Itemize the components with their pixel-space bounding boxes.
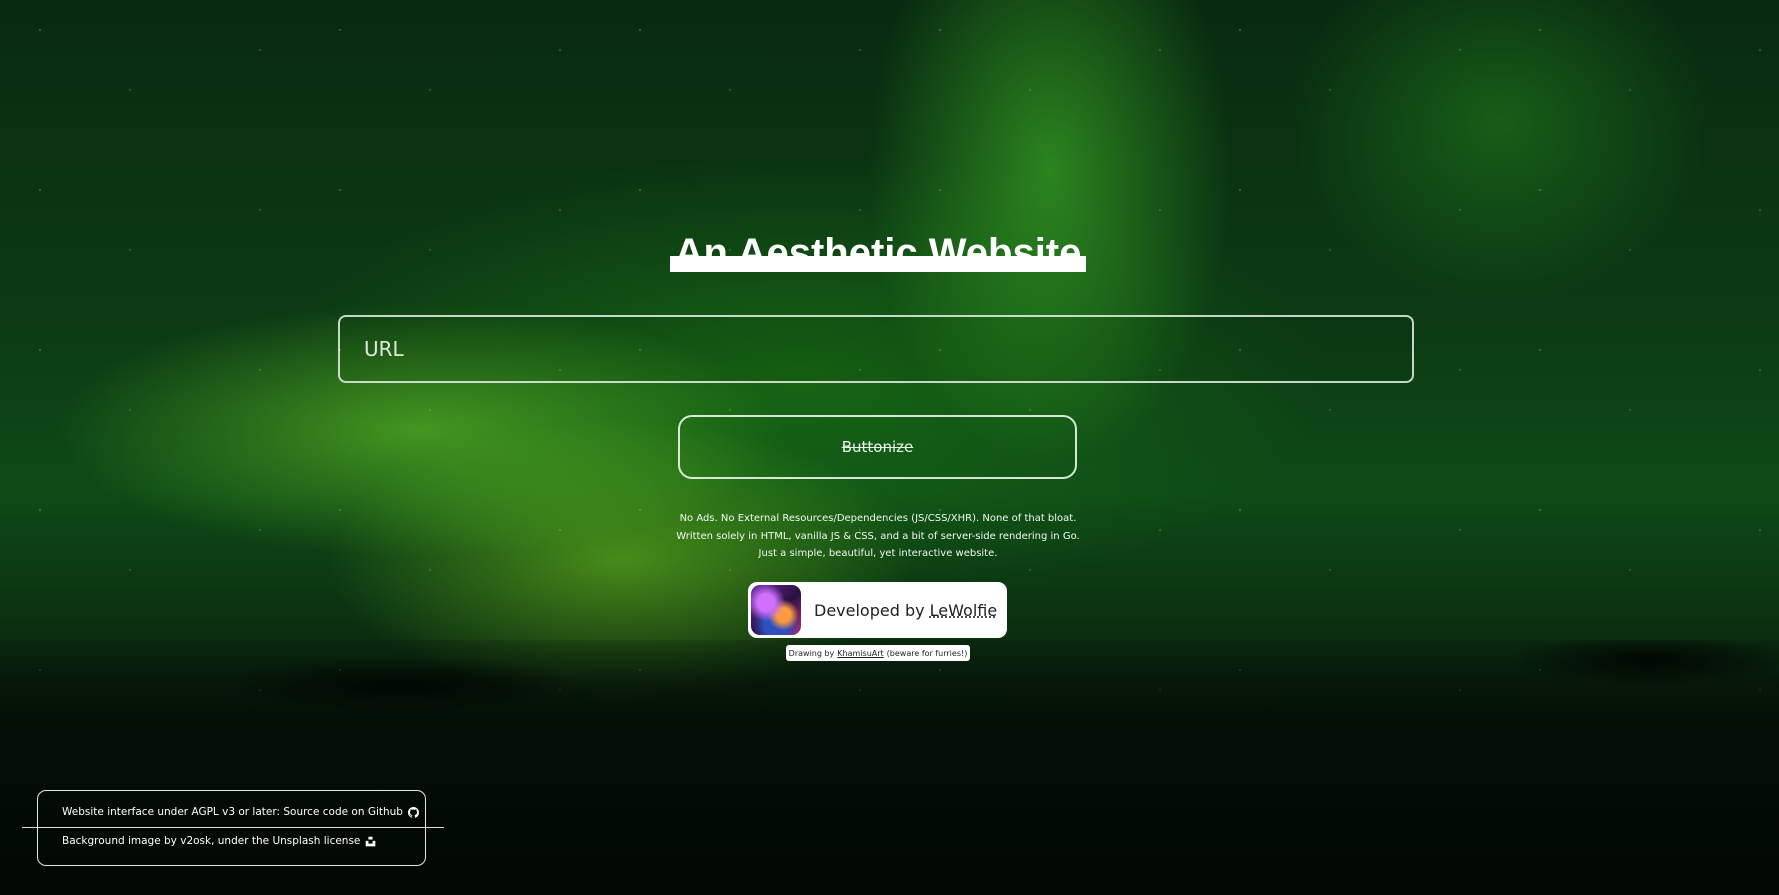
developer-prefix: Developed by	[814, 600, 925, 620]
blurb-line-1: No Ads. No External Resources/Dependenci…	[679, 513, 1077, 524]
github-icon[interactable]	[407, 806, 419, 818]
developer-link[interactable]: LeWolfie	[930, 601, 998, 620]
developer-credit: Developed by LeWolfie	[814, 601, 997, 620]
drawing-credit-suffix: (beware for furries!)	[886, 648, 968, 658]
url-input[interactable]	[338, 315, 1414, 383]
developer-avatar	[751, 585, 801, 635]
footer-background-line: Background image by v2osk, under the Uns…	[62, 835, 376, 847]
blurb-line-2: Written solely in HTML, vanilla JS & CSS…	[676, 530, 1080, 542]
developer-card: Developed by LeWolfie	[748, 582, 1007, 638]
background-credit-link[interactable]: Background image by v2osk, under the Uns…	[62, 835, 360, 847]
buttonize-button[interactable]: Buttonize	[678, 415, 1077, 479]
description-blurb: No Ads. No External Resources/Dependenci…	[640, 510, 1116, 563]
footer-box	[37, 790, 426, 866]
artist-link[interactable]: KhamisuArt	[837, 649, 883, 658]
page-title: An Aesthetic Website	[674, 231, 1082, 268]
footer-divider	[22, 827, 444, 828]
drawing-credit-prefix: Drawing by	[788, 648, 835, 658]
unsplash-icon[interactable]	[365, 836, 376, 847]
footer-license-line: Website interface under AGPL v3 or later…	[62, 806, 419, 818]
blurb-line-3: Just a simple, beautiful, yet interactiv…	[758, 548, 998, 559]
source-code-link[interactable]: Website interface under AGPL v3 or later…	[62, 806, 403, 818]
drawing-credit: Drawing by KhamisuArt (beware for furrie…	[786, 645, 970, 661]
